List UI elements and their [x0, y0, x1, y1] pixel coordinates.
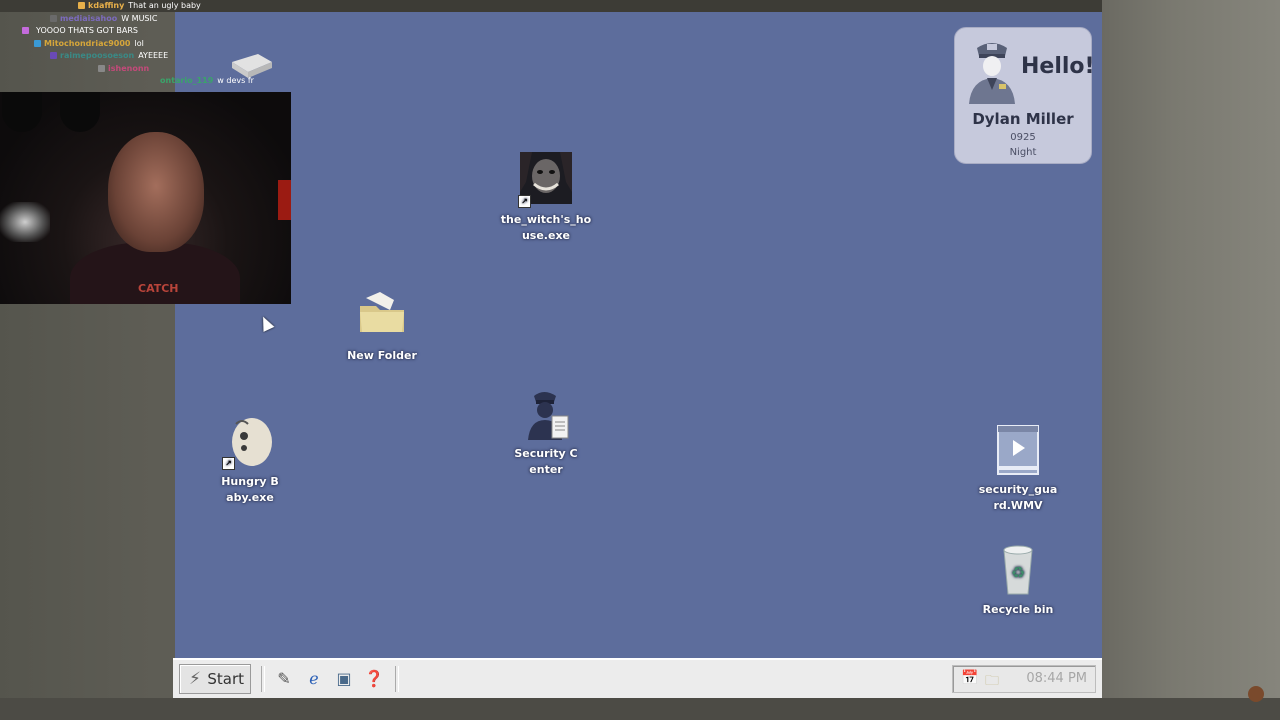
quick-launch-notepad-icon[interactable]: ✎: [273, 668, 295, 690]
greeting-text: Hello!: [1021, 54, 1095, 79]
room-lamp: [60, 92, 100, 132]
stream-chat: kdaffiny That an ugly baby mediaisahoo W MU…: [0, 0, 300, 90]
desktop-icon-recycle-bin[interactable]: ♻ Recycle bin: [963, 542, 1073, 618]
desktop-icon-security-guard-video[interactable]: security_guard.WMV: [963, 422, 1073, 514]
video-file-icon: [990, 422, 1046, 478]
chat-line: Mitochondriac9000 lol: [34, 38, 144, 51]
start-button[interactable]: ⚡ Start: [179, 664, 251, 694]
security-guard-icon: [518, 386, 574, 442]
desktop-icon-label: Security Center: [514, 447, 578, 476]
chat-badge-icon: [50, 52, 57, 59]
chat-line: YOOOO THATS GOT BARS: [22, 25, 138, 38]
chat-message: That an ugly baby: [128, 1, 201, 10]
start-label: Start: [207, 670, 244, 688]
chat-line: mediaisahoo W MUSIC: [50, 13, 157, 26]
quick-launch-help-icon[interactable]: ❓: [363, 668, 385, 690]
shirt-text: CATCH: [138, 282, 179, 295]
desktop-icon-label: New Folder: [347, 349, 417, 362]
chat-badge-icon: [34, 39, 41, 47]
witch-face-icon: ↗: [518, 152, 574, 208]
room-red-light: [278, 180, 291, 220]
system-tray: 📅 🗀 08:44 PM: [952, 665, 1096, 693]
webcam-overlay: CATCH: [0, 92, 291, 304]
chat-line: ontario_119 w devs fr: [160, 75, 254, 88]
chat-badge-icon: [22, 27, 29, 34]
chat-badge-icon: [98, 64, 105, 72]
taskbar: ⚡ Start ✎ ℯ ▣ ❓ 📅 🗀 08:44 PM: [173, 658, 1102, 698]
room-lamp: [2, 92, 42, 132]
stream-frame: ↗ the_witch's_house.exe New Folder Secur…: [0, 0, 1280, 720]
user-shift: Night: [1009, 147, 1037, 158]
desktop-icon-new-folder[interactable]: New Folder: [327, 288, 437, 364]
desktop-icon-label: security_guard.WMV: [978, 483, 1058, 512]
desktop-icon-security-center[interactable]: Security Center: [491, 386, 601, 478]
chat-badge-icon: [50, 14, 57, 22]
chat-message: lol: [134, 38, 144, 48]
chat-line: raimepoosoeson AYEEEE: [50, 50, 168, 63]
monitor-bezel-bottom: [0, 698, 1280, 720]
recycle-bin-icon: ♻: [990, 542, 1046, 598]
chat-message: YOOOO THATS GOT BARS: [36, 26, 138, 35]
quick-launch-network-icon[interactable]: ▣: [333, 668, 355, 690]
chat-username: raimepoosoeson: [60, 51, 135, 60]
desktop-icon-hungry-baby[interactable]: ↗ Hungry Baby.exe: [195, 414, 305, 506]
chat-username: Mitochondriac9000: [44, 38, 131, 48]
user-id: 0925: [1010, 132, 1036, 143]
folder-icon: [354, 288, 410, 344]
chat-message: W MUSIC: [121, 13, 158, 23]
police-officer-icon: [965, 38, 1019, 110]
room-wall: [1102, 0, 1280, 720]
desktop[interactable]: ↗ the_witch's_house.exe New Folder Secur…: [175, 12, 1102, 658]
desktop-icon-label: Recycle bin: [982, 603, 1054, 616]
desktop-icon-label: the_witch's_house.exe: [500, 213, 592, 242]
chat-username: mediaisahoo: [60, 13, 118, 23]
svg-text:♻: ♻: [1011, 563, 1025, 582]
chat-message: AYEEEE: [138, 51, 169, 60]
chat-username: ishenonn: [108, 63, 150, 73]
chat-line: ishenonn: [98, 63, 153, 76]
taskbar-separator: [261, 666, 265, 692]
quick-launch-browser-icon[interactable]: ℯ: [303, 668, 325, 690]
user-name: Dylan Miller: [972, 110, 1074, 128]
taskbar-clock: 08:44 PM: [1026, 671, 1087, 686]
start-logo-icon: ⚡: [189, 669, 201, 689]
calendar-tray-icon[interactable]: 📅: [961, 670, 978, 686]
chat-username: kdaffiny: [88, 1, 125, 10]
streamer-head: [108, 132, 204, 252]
baby-head-icon: ↗: [222, 414, 278, 470]
folder-tray-icon[interactable]: 🗀: [985, 670, 999, 694]
room-light: [0, 202, 50, 242]
chat-line: kdaffiny That an ugly baby: [78, 0, 201, 13]
taskbar-separator: [395, 666, 399, 692]
desktop-icon-label: Hungry Baby.exe: [221, 475, 279, 504]
chat-message: w devs fr: [217, 76, 254, 85]
user-greeting-card: Hello! Dylan Miller 0925 Night: [954, 27, 1095, 164]
chat-badge-icon: [78, 2, 85, 9]
shortcut-arrow-icon: ↗: [518, 195, 531, 208]
chat-username: ontario_119: [160, 76, 214, 85]
desktop-icon-witchs-house[interactable]: ↗ the_witch's_house.exe: [491, 152, 601, 244]
channel-avatar-icon: [1248, 686, 1264, 702]
shortcut-arrow-icon: ↗: [222, 457, 235, 470]
